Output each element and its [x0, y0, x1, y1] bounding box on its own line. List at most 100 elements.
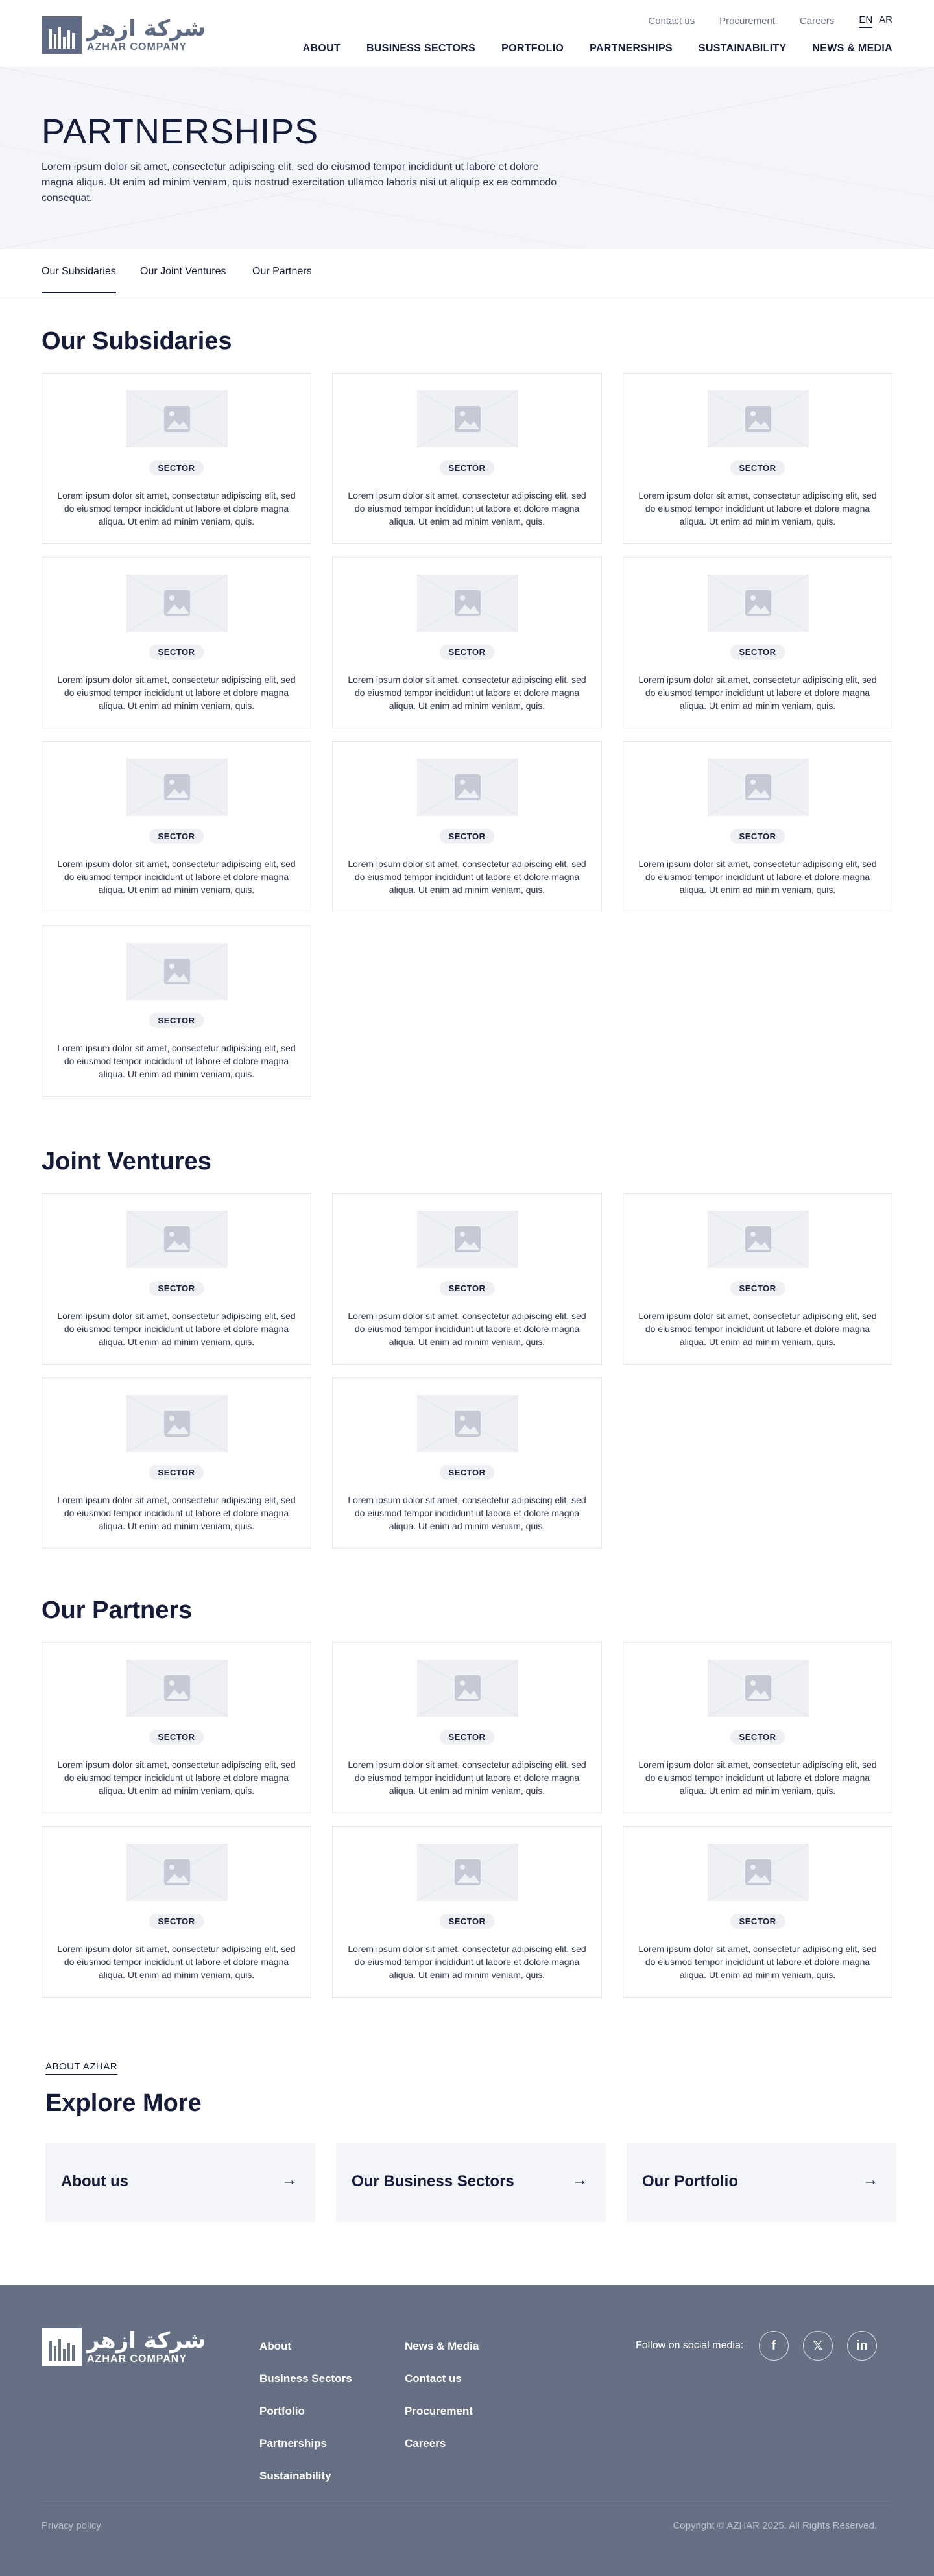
tab-partners[interactable]: Our Partners: [252, 266, 312, 292]
partner-card[interactable]: SECTOR Lorem ipsum dolor sit amet, consec…: [332, 557, 602, 728]
nav-news-media[interactable]: NEWS & MEDIA: [812, 43, 892, 54]
image-placeholder-icon: [708, 1211, 809, 1268]
linkedin-icon[interactable]: in: [847, 2331, 877, 2361]
image-placeholder-icon: [417, 390, 518, 447]
partner-card[interactable]: SECTOR Lorem ipsum dolor sit amet, consec…: [42, 557, 311, 728]
card-description: Lorem ipsum dolor sit amet, consectetur …: [57, 859, 296, 895]
tab-joint-ventures[interactable]: Our Joint Ventures: [140, 266, 226, 292]
partner-card[interactable]: SECTOR Lorem ipsum dolor sit amet, consec…: [623, 741, 892, 912]
sector-badge: SECTOR: [149, 1465, 204, 1480]
explore-about-card[interactable]: About us →: [45, 2143, 315, 2222]
card-description: Lorem ipsum dolor sit amet, consectetur …: [57, 1944, 296, 1980]
image-placeholder-icon: [708, 1660, 809, 1717]
card-description: Lorem ipsum dolor sit amet, consectetur …: [57, 1311, 296, 1347]
logo-text: شركة ازهر AZHAR COMPANY: [87, 2330, 206, 2365]
footer-link-business-sectors[interactable]: Business Sectors: [259, 2372, 352, 2385]
lang-en-button[interactable]: EN: [859, 14, 873, 28]
image-placeholder-icon: [708, 759, 809, 816]
image-placeholder-icon: [126, 759, 228, 816]
partner-card[interactable]: SECTOR Lorem ipsum dolor sit amet, consec…: [332, 1377, 602, 1549]
partner-card[interactable]: SECTOR Lorem ipsum dolor sit amet, consec…: [42, 1826, 311, 1998]
partner-card[interactable]: SECTOR Lorem ipsum dolor sit amet, consec…: [332, 373, 602, 544]
sector-badge: SECTOR: [730, 460, 785, 475]
partner-card[interactable]: SECTOR Lorem ipsum dolor sit amet, consec…: [623, 1642, 892, 1813]
footer-link-about[interactable]: About: [259, 2340, 352, 2353]
nav-about[interactable]: ABOUT: [303, 43, 341, 54]
footer-link-partnerships[interactable]: Partnerships: [259, 2437, 352, 2450]
card-description: Lorem ipsum dolor sit amet, consectetur …: [638, 859, 877, 895]
image-placeholder-icon: [126, 943, 228, 1000]
site-header: شركة ازهر AZHAR COMPANY Contact us Procu…: [0, 0, 934, 67]
contact-link[interactable]: Contact us: [648, 16, 695, 27]
nav-portfolio[interactable]: PORTFOLIO: [501, 43, 564, 54]
partner-card[interactable]: SECTOR Lorem ipsum dolor sit amet, consec…: [332, 741, 602, 912]
card-description: Lorem ipsum dolor sit amet, consectetur …: [638, 1759, 877, 1796]
image-placeholder-icon: [708, 575, 809, 632]
card-description: Lorem ipsum dolor sit amet, consectetur …: [348, 1311, 586, 1347]
logo-text: شركة ازهر AZHAR COMPANY: [87, 18, 206, 53]
card-description: Lorem ipsum dolor sit amet, consectetur …: [638, 1311, 877, 1347]
explore-portfolio-card[interactable]: Our Portfolio →: [627, 2143, 896, 2222]
partner-card[interactable]: SECTOR Lorem ipsum dolor sit amet, consec…: [42, 373, 311, 544]
partner-card[interactable]: SECTOR Lorem ipsum dolor sit amet, consec…: [623, 557, 892, 728]
careers-link[interactable]: Careers: [800, 16, 834, 27]
footer-link-news-media[interactable]: News & Media: [405, 2340, 479, 2353]
explore-business-sectors-card[interactable]: Our Business Sectors →: [336, 2143, 606, 2222]
lang-ar-button[interactable]: AR: [879, 14, 892, 28]
partner-card[interactable]: SECTOR Lorem ipsum dolor sit amet, consec…: [42, 1193, 311, 1365]
sector-badge: SECTOR: [730, 645, 785, 660]
nav-sustainability[interactable]: SUSTAINABILITY: [699, 43, 786, 54]
sector-badge: SECTOR: [149, 1013, 204, 1028]
logo-english-text: AZHAR COMPANY: [87, 42, 187, 53]
utility-nav: Contact us Procurement Careers EN AR: [648, 14, 892, 28]
footer-link-procurement[interactable]: Procurement: [405, 2405, 479, 2418]
partner-card[interactable]: SECTOR Lorem ipsum dolor sit amet, consec…: [42, 925, 311, 1097]
partner-card[interactable]: SECTOR Lorem ipsum dolor sit amet, consec…: [332, 1826, 602, 1998]
sector-badge: SECTOR: [439, 829, 495, 844]
image-placeholder-icon: [126, 1395, 228, 1452]
partner-card[interactable]: SECTOR Lorem ipsum dolor sit amet, consec…: [332, 1193, 602, 1365]
sector-badge: SECTOR: [439, 1465, 495, 1480]
x-icon[interactable]: 𝕏: [803, 2331, 833, 2361]
page-title: PARTNERSHIPS: [42, 112, 319, 151]
explore-card-label: Our Business Sectors: [352, 2173, 514, 2190]
footer-link-portfolio[interactable]: Portfolio: [259, 2405, 352, 2418]
partner-card[interactable]: SECTOR Lorem ipsum dolor sit amet, consec…: [42, 1377, 311, 1549]
sector-badge: SECTOR: [149, 1730, 204, 1745]
card-description: Lorem ipsum dolor sit amet, consectetur …: [638, 1944, 877, 1980]
card-description: Lorem ipsum dolor sit amet, consectetur …: [348, 859, 586, 895]
partner-card[interactable]: SECTOR Lorem ipsum dolor sit amet, consec…: [42, 1642, 311, 1813]
card-description: Lorem ipsum dolor sit amet, consectetur …: [57, 1495, 296, 1531]
nav-partnerships[interactable]: PARTNERSHIPS: [590, 43, 673, 54]
privacy-policy-link[interactable]: Privacy policy: [42, 2520, 101, 2531]
image-placeholder-icon: [417, 1660, 518, 1717]
footer-link-sustainability[interactable]: Sustainability: [259, 2470, 352, 2483]
tab-subsidiaries[interactable]: Our Subsidaries: [42, 266, 116, 293]
facebook-icon[interactable]: f: [759, 2331, 789, 2361]
joint-ventures-title: Joint Ventures: [42, 1148, 211, 1175]
sector-badge: SECTOR: [439, 1914, 495, 1929]
main-nav: ABOUT BUSINESS SECTORS PORTFOLIO PARTNER…: [303, 43, 892, 54]
sector-badge: SECTOR: [439, 460, 495, 475]
sector-badge: SECTOR: [730, 1730, 785, 1745]
image-placeholder-icon: [126, 1844, 228, 1901]
nav-business-sectors[interactable]: BUSINESS SECTORS: [366, 43, 475, 54]
partner-card[interactable]: SECTOR Lorem ipsum dolor sit amet, consec…: [332, 1642, 602, 1813]
partner-card[interactable]: SECTOR Lorem ipsum dolor sit amet, consec…: [623, 1826, 892, 1998]
site-footer: شركة ازهر AZHAR COMPANY About Business S…: [0, 2285, 934, 2576]
card-description: Lorem ipsum dolor sit amet, consectetur …: [348, 1944, 586, 1980]
procurement-link[interactable]: Procurement: [719, 16, 775, 27]
image-placeholder-icon: [417, 1844, 518, 1901]
hero-background-pattern: [0, 67, 934, 249]
partner-card[interactable]: SECTOR Lorem ipsum dolor sit amet, consec…: [623, 1193, 892, 1365]
footer-link-contact[interactable]: Contact us: [405, 2372, 479, 2385]
image-placeholder-icon: [126, 575, 228, 632]
about-azhar-tag: ABOUT AZHAR: [45, 2061, 118, 2075]
explore-card-label: About us: [61, 2173, 128, 2190]
card-description: Lorem ipsum dolor sit amet, consectetur …: [348, 674, 586, 711]
footer-logo[interactable]: شركة ازهر AZHAR COMPANY: [42, 2328, 206, 2366]
partner-card[interactable]: SECTOR Lorem ipsum dolor sit amet, consec…: [623, 373, 892, 544]
company-logo[interactable]: شركة ازهر AZHAR COMPANY: [42, 14, 206, 56]
footer-link-careers[interactable]: Careers: [405, 2437, 479, 2450]
partner-card[interactable]: SECTOR Lorem ipsum dolor sit amet, consec…: [42, 741, 311, 912]
